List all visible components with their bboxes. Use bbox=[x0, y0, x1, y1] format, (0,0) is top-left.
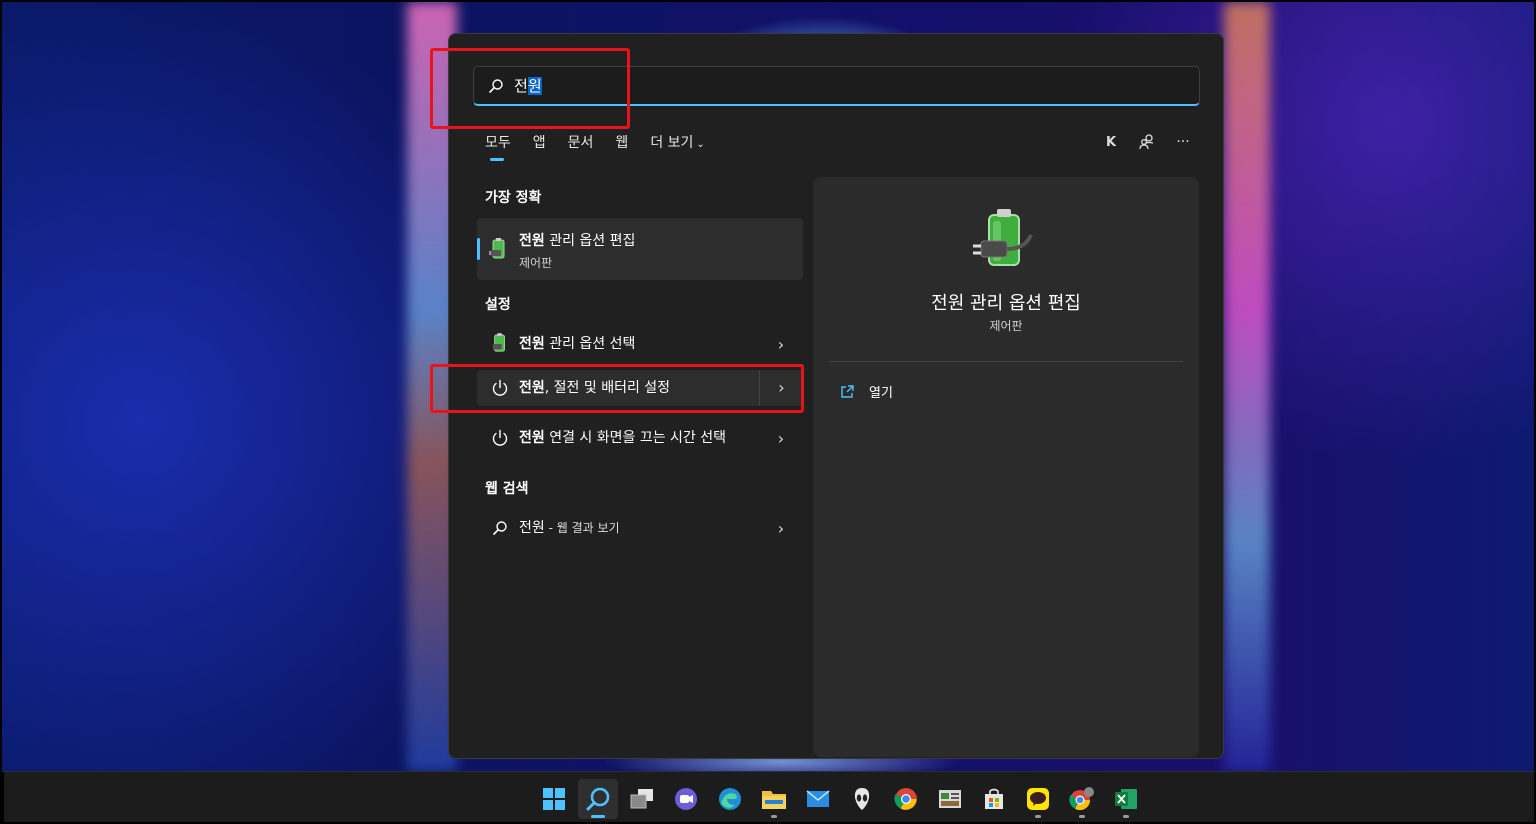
settings-item-power-options[interactable]: 전원 관리 옵션 선택 › bbox=[477, 326, 803, 362]
wallpaper-glow-right bbox=[1224, 2, 1270, 772]
chevron-right-icon[interactable]: › bbox=[759, 335, 803, 354]
chevron-right-icon[interactable]: › bbox=[759, 429, 803, 448]
search-toolbar: K ··· bbox=[1089, 128, 1197, 156]
settings-heading: 설정 bbox=[485, 297, 511, 313]
best-match-title: 전원 관리 옵션 편집 bbox=[519, 230, 635, 250]
search-icon[interactable] bbox=[578, 778, 618, 819]
tab-web[interactable]: 웹 bbox=[615, 132, 628, 152]
screen: 전원 모두 앱 문서 웹 더 보기 ⌄ K ··· 가장 정확 전원 관리 옵션… bbox=[0, 0, 1536, 824]
settings-item-label-bold: 전원 bbox=[519, 336, 545, 352]
tab-documents[interactable]: 문서 bbox=[568, 132, 594, 152]
tab-more[interactable]: 더 보기 ⌄ bbox=[650, 132, 704, 152]
running-indicator bbox=[771, 814, 777, 818]
battery-plug-icon bbox=[489, 333, 511, 355]
web-search-heading: 웹 검색 bbox=[485, 481, 529, 497]
settings-item-label: 전원 연결 시 화면을 끄는 시간 선택 bbox=[519, 429, 759, 447]
best-match-result[interactable]: 전원 관리 옵션 편집 제어판 bbox=[477, 218, 803, 280]
detail-title: 전원 관리 옵션 편집 bbox=[931, 293, 1081, 314]
settings-item-label-bold: 전원 bbox=[519, 430, 545, 446]
kakaotalk-icon[interactable] bbox=[1018, 779, 1058, 819]
taskbar bbox=[4, 771, 1534, 822]
web-search-suffix: - 웹 결과 보기 bbox=[544, 521, 620, 535]
account-button[interactable]: K bbox=[1097, 128, 1125, 156]
result-detail-pane: 전원 관리 옵션 편집 제어판 열기 bbox=[813, 177, 1199, 757]
alienware-icon[interactable] bbox=[842, 779, 882, 819]
best-match-text: 전원 관리 옵션 편집 제어판 bbox=[519, 230, 635, 271]
chrome-icon[interactable] bbox=[886, 779, 926, 819]
tab-more-label: 더 보기 bbox=[650, 135, 694, 151]
file-explorer-icon[interactable] bbox=[754, 779, 794, 819]
power-icon bbox=[489, 427, 511, 449]
settings-item-label-rest: 관리 옵션 선택 bbox=[544, 336, 636, 352]
search-icon bbox=[489, 517, 511, 539]
task-view-icon[interactable] bbox=[622, 779, 662, 819]
chat-icon[interactable] bbox=[666, 779, 706, 819]
running-indicator bbox=[1079, 814, 1085, 818]
running-indicator bbox=[1123, 814, 1129, 818]
battery-plug-icon bbox=[973, 209, 1033, 266]
edge-icon[interactable] bbox=[710, 779, 750, 819]
filter-tabs: 모두 앱 문서 웹 더 보기 ⌄ bbox=[485, 130, 727, 161]
start-icon[interactable] bbox=[534, 779, 574, 819]
mail-icon[interactable] bbox=[798, 779, 838, 819]
detail-divider bbox=[829, 361, 1183, 362]
taskbar-icons bbox=[534, 772, 1150, 822]
people-icon bbox=[1139, 134, 1154, 150]
best-match-heading: 가장 정확 bbox=[485, 190, 542, 206]
settings-item-label-rest: 연결 시 화면을 끄는 시간 선택 bbox=[544, 430, 727, 446]
settings-item-label: 전원 관리 옵션 선택 bbox=[519, 335, 759, 353]
running-indicator bbox=[1035, 814, 1041, 818]
chevron-down-icon: ⌄ bbox=[696, 139, 705, 150]
highlight-box-power-settings bbox=[430, 364, 804, 413]
open-external-icon bbox=[841, 384, 854, 398]
chevron-right-icon[interactable]: › bbox=[759, 519, 803, 538]
best-match-title-rest: 관리 옵션 편집 bbox=[544, 233, 636, 249]
store-icon[interactable] bbox=[974, 779, 1014, 819]
web-search-label: 전원 - 웹 결과 보기 bbox=[519, 519, 759, 537]
web-search-result[interactable]: 전원 - 웹 결과 보기 › bbox=[477, 510, 803, 546]
active-indicator bbox=[591, 814, 605, 818]
highlight-box-search bbox=[430, 48, 630, 129]
open-action-label: 열기 bbox=[869, 386, 893, 401]
settings-item-screen-off-time[interactable]: 전원 연결 시 화면을 끄는 시간 선택 › bbox=[477, 418, 803, 458]
chrome-profile-icon[interactable] bbox=[1062, 779, 1102, 819]
more-options-button[interactable]: ··· bbox=[1169, 128, 1197, 156]
share-button[interactable] bbox=[1133, 128, 1161, 156]
web-search-query: 전원 bbox=[519, 520, 545, 536]
best-match-subtitle: 제어판 bbox=[519, 256, 553, 270]
selection-indicator bbox=[477, 238, 480, 260]
battery-plug-icon bbox=[489, 238, 505, 259]
open-action[interactable]: 열기 bbox=[839, 382, 893, 401]
app-icon[interactable] bbox=[930, 779, 970, 819]
detail-subtitle: 제어판 bbox=[989, 319, 1023, 333]
best-match-title-bold: 전원 bbox=[519, 233, 545, 249]
tab-all[interactable]: 모두 bbox=[485, 132, 511, 161]
excel-icon[interactable] bbox=[1106, 779, 1146, 819]
tab-apps[interactable]: 앱 bbox=[533, 132, 546, 152]
